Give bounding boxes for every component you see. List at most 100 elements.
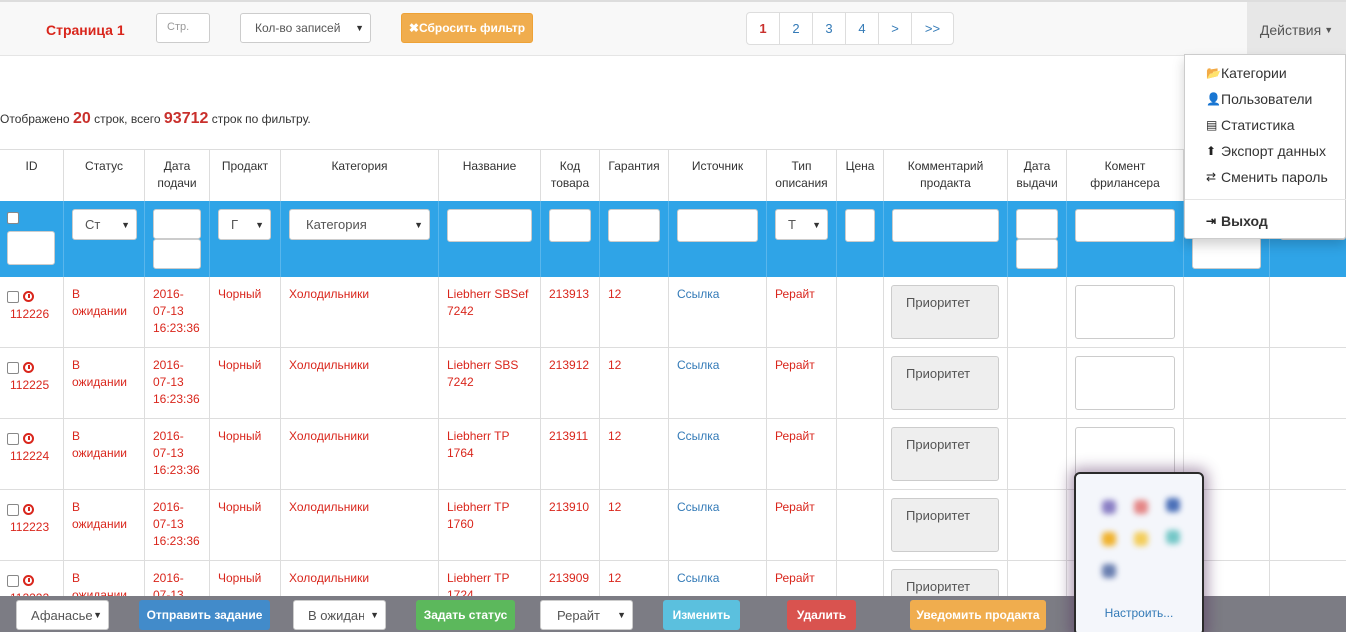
freelancer-comment-textarea[interactable] (1075, 356, 1175, 410)
col-comment[interactable]: Комментарий продакта (884, 150, 1008, 202)
upload-icon: ⬆ (1206, 144, 1217, 158)
filter-status-select[interactable]: Ст ▼ (72, 209, 137, 240)
configure-link[interactable]: Настроить... (1076, 606, 1202, 620)
filter-date-to[interactable] (153, 239, 201, 269)
filter-id-input[interactable] (7, 231, 55, 265)
col-warranty[interactable]: Гарантия (600, 150, 669, 202)
col-id[interactable]: ID (0, 150, 64, 202)
source-text[interactable]: Ссылка (677, 358, 719, 372)
reset-filter-button[interactable]: ✖Сбросить фильтр (401, 13, 533, 43)
warranty-cell: 12 (600, 277, 669, 348)
delete-button[interactable]: Удалить (787, 600, 856, 630)
name-text: 7242 (447, 375, 474, 389)
source-text[interactable]: Ссылка (677, 571, 719, 585)
filter-warranty-input[interactable] (608, 209, 660, 242)
filter-code-input[interactable] (549, 209, 591, 242)
row-checkbox[interactable] (7, 575, 19, 587)
menu-item-logout[interactable]: ⇥ Выход (1206, 213, 1268, 229)
page-next[interactable]: > (879, 13, 912, 44)
filter-extra-1-input[interactable] (1192, 237, 1261, 269)
col-type-label-2: описания (775, 176, 828, 190)
code-text: 213909 (549, 571, 590, 585)
id-cell: 112224 (0, 419, 64, 490)
page-title: Страница 1 (46, 22, 125, 38)
menu-divider (1185, 199, 1346, 200)
col-seller[interactable]: Продакт (210, 150, 281, 202)
empty-cell (1008, 490, 1067, 561)
filter-free-input[interactable] (1075, 209, 1175, 242)
edit-button[interactable]: Изменить (663, 600, 740, 630)
source-text[interactable]: Ссылка (677, 287, 719, 301)
page-last[interactable]: >> (912, 13, 953, 44)
col-code[interactable]: Код товара (541, 150, 600, 202)
notify-seller-button[interactable]: Уведомить продакта (910, 600, 1046, 630)
name-text: Liebherr SBS (447, 358, 519, 372)
page-link-1[interactable]: 1 (747, 13, 780, 44)
type-select[interactable]: Рерайт ▼ (540, 600, 633, 630)
filter-name-input[interactable] (447, 209, 532, 242)
page-number-input[interactable]: Стр. (156, 13, 210, 43)
priority-textarea[interactable]: Приоритет (891, 427, 999, 481)
row-checkbox[interactable] (7, 504, 19, 516)
filter-source-input[interactable] (677, 209, 758, 242)
col-freelancer-comment[interactable]: Комент фрилансера (1067, 150, 1184, 202)
page-link-4[interactable]: 4 (846, 13, 879, 44)
select-all-checkbox[interactable] (7, 212, 19, 224)
priority-textarea[interactable]: Приоритет (891, 498, 999, 552)
row-checkbox[interactable] (7, 433, 19, 445)
col-comment-label-2: продакта (920, 176, 971, 190)
row-checkbox[interactable] (7, 291, 19, 303)
col-date[interactable]: Дата подачи (145, 150, 210, 202)
send-task-button[interactable]: Отправить задание (139, 600, 270, 630)
filter-category-select[interactable]: Категория ▼ (289, 209, 430, 240)
date-text: 07-13 (153, 375, 184, 389)
menu-item-categories[interactable]: 📂 Категории (1206, 65, 1287, 81)
status-select[interactable]: В ожидании ▼ (293, 600, 386, 630)
filter-price-input[interactable] (845, 209, 875, 242)
col-status[interactable]: Статус (64, 150, 145, 202)
menu-item-users[interactable]: 👤 Пользователи (1206, 91, 1312, 107)
col-name[interactable]: Название (439, 150, 541, 202)
date-cell: 2016- 07-13 16:23:36 (145, 277, 210, 348)
col-type[interactable]: Тип описания (767, 150, 837, 202)
actions-dropdown-toggle[interactable]: Действия ▼ (1247, 2, 1346, 58)
status-text: ожидании (72, 446, 127, 460)
assignee-select[interactable]: Афанасьев ▼ (16, 600, 109, 630)
menu-categories-label: Категории (1221, 65, 1287, 81)
filter-seller-select[interactable]: Г ▼ (218, 209, 271, 240)
priority-textarea[interactable]: Приоритет (891, 356, 999, 410)
col-source[interactable]: Источник (669, 150, 767, 202)
col-category[interactable]: Категория (281, 150, 439, 202)
caret-down-icon: ▼ (370, 610, 379, 620)
filter-type-select[interactable]: Т ▼ (775, 209, 828, 240)
source-text[interactable]: Ссылка (677, 429, 719, 443)
page-link-2[interactable]: 2 (780, 13, 813, 44)
filter-warranty-cell (600, 201, 669, 277)
menu-item-export[interactable]: ⬆ Экспорт данных (1206, 143, 1326, 159)
menu-stats-label: Статистика (1221, 117, 1295, 133)
filter-issue-to[interactable] (1016, 239, 1058, 269)
set-status-button[interactable]: Задать статус (416, 600, 515, 630)
page-link-3[interactable]: 3 (813, 13, 846, 44)
assignee-value: Афанасьев (31, 607, 94, 623)
filter-date-from[interactable] (153, 209, 201, 239)
priority-textarea[interactable]: Приоритет (891, 285, 999, 339)
records-per-page-select[interactable]: Кол-во записей ▼ (240, 13, 371, 43)
filter-issue-from[interactable] (1016, 209, 1058, 239)
menu-item-password[interactable]: ⇄ Сменить пароль (1206, 169, 1328, 185)
source-text[interactable]: Ссылка (677, 500, 719, 514)
empty-cell (1184, 277, 1270, 348)
row-checkbox[interactable] (7, 362, 19, 374)
col-issue-date[interactable]: Дата выдачи (1008, 150, 1067, 202)
filter-issue-cell (1008, 201, 1067, 277)
code-cell: 213912 (541, 348, 600, 419)
date-text: 16:23:36 (153, 463, 200, 477)
menu-item-stats[interactable]: ▤ Статистика (1206, 117, 1295, 133)
freelancer-comment-textarea[interactable] (1075, 285, 1175, 339)
top-toolbar: Страница 1 Стр. Кол-во записей ▼ ✖Сброси… (0, 0, 1346, 58)
category-text: Холодильники (289, 429, 370, 443)
col-price[interactable]: Цена (837, 150, 884, 202)
filter-comment-input[interactable] (892, 209, 999, 242)
type-text: Рерайт (775, 429, 815, 443)
category-text: Холодильники (289, 571, 370, 585)
